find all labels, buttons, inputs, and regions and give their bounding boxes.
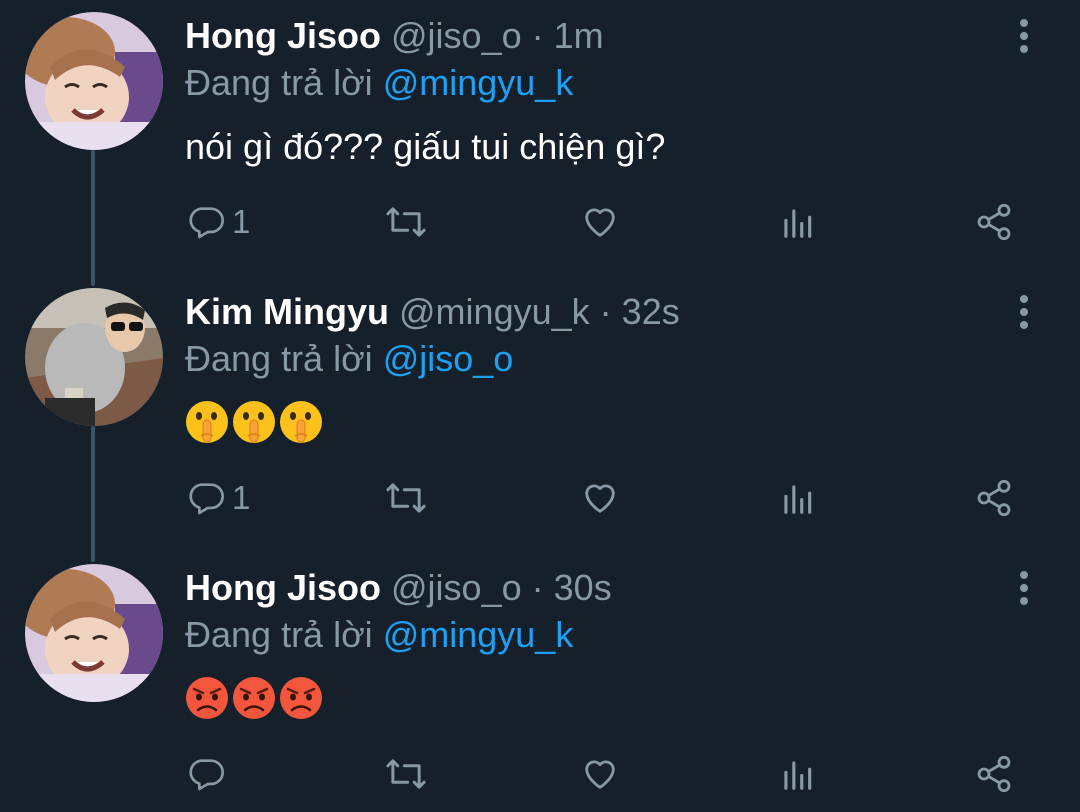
user-handle[interactable]: @mingyu_k — [399, 291, 590, 332]
tweet-header: Kim Mingyu @mingyu_k · 32s — [185, 289, 680, 335]
retweet-icon — [386, 759, 426, 789]
tweet[interactable]: Hong Jisoo @jiso_o · 30s Đang trả lời @m… — [0, 552, 1080, 812]
avatar-hong-jisoo-image — [25, 12, 163, 150]
tweet-emojis — [185, 676, 323, 720]
retweet-button[interactable] — [383, 473, 429, 523]
tweet-header: Hong Jisoo @jiso_o · 30s — [185, 565, 612, 611]
user-handle[interactable]: @jiso_o — [391, 567, 522, 608]
analytics-icon — [784, 485, 812, 514]
tweet-thread: Hong Jisoo @jiso_o · 1m Đang trả lời @mi… — [0, 0, 1080, 812]
share-icon — [977, 755, 1011, 793]
pouting-face-emoji — [186, 677, 228, 719]
tweet-actions: 1 — [0, 197, 1080, 247]
retweet-button[interactable] — [383, 197, 429, 247]
timestamp[interactable]: 30s — [554, 567, 612, 608]
shushing-face-emoji — [233, 401, 275, 443]
like-button[interactable] — [580, 749, 620, 799]
mention-link[interactable]: @mingyu_k — [383, 614, 574, 655]
separator-dot: · — [531, 567, 544, 608]
share-button[interactable] — [974, 749, 1014, 799]
separator-dot: · — [599, 291, 612, 332]
replying-to: Đang trả lời @mingyu_k — [185, 60, 573, 106]
reply-icon — [189, 759, 224, 791]
retweet-button[interactable] — [383, 749, 429, 799]
like-icon — [585, 208, 615, 237]
tweet-header: Hong Jisoo @jiso_o · 1m — [185, 13, 604, 59]
tweet-actions — [0, 749, 1080, 799]
avatar-hong-jisoo-image — [25, 564, 163, 702]
user-handle[interactable]: @jiso_o — [391, 15, 522, 56]
avatar[interactable] — [25, 288, 163, 426]
share-icon — [977, 479, 1011, 517]
replying-to-label: Đang trả lời — [185, 62, 373, 103]
reply-button[interactable]: 1 — [186, 473, 250, 523]
avatar[interactable] — [25, 12, 163, 150]
replying-to-label: Đang trả lời — [185, 338, 373, 379]
display-name[interactable]: Hong Jisoo — [185, 567, 381, 608]
analytics-button[interactable] — [778, 473, 816, 523]
reply-count: 1 — [232, 479, 251, 516]
reply-button[interactable]: 1 — [186, 197, 250, 247]
like-button[interactable] — [580, 197, 620, 247]
analytics-icon — [784, 209, 812, 238]
display-name[interactable]: Kim Mingyu — [185, 291, 389, 332]
retweet-icon — [386, 207, 426, 237]
tweet-actions: 1 — [0, 473, 1080, 523]
tweet[interactable]: Hong Jisoo @jiso_o · 1m Đang trả lời @mi… — [0, 0, 1080, 270]
tweet-text: nói gì đó??? giấu tui chiện gì? — [185, 126, 666, 167]
reply-count: 1 — [232, 203, 251, 240]
pouting-face-emoji — [233, 677, 275, 719]
shushing-face-emoji — [280, 401, 322, 443]
replying-to: Đang trả lời @mingyu_k — [185, 612, 573, 658]
analytics-button[interactable] — [778, 749, 816, 799]
tweet-emojis — [185, 400, 323, 444]
share-icon — [977, 203, 1011, 241]
replying-to: Đang trả lời @jiso_o — [185, 336, 513, 382]
pouting-face-emoji — [280, 677, 322, 719]
avatar[interactable] — [25, 564, 163, 702]
shushing-face-emoji — [186, 401, 228, 443]
analytics-icon — [784, 761, 812, 790]
retweet-icon — [386, 483, 426, 513]
reply-icon — [189, 207, 224, 239]
replying-to-label: Đang trả lời — [185, 614, 373, 655]
reply-icon — [189, 483, 224, 515]
like-icon — [585, 484, 615, 513]
share-button[interactable] — [974, 473, 1014, 523]
timestamp[interactable]: 32s — [622, 291, 680, 332]
more-options-icon[interactable] — [1010, 290, 1038, 334]
like-icon — [585, 760, 615, 789]
display-name[interactable]: Hong Jisoo — [185, 15, 381, 56]
separator-dot: · — [531, 15, 544, 56]
share-button[interactable] — [974, 197, 1014, 247]
reply-button[interactable] — [186, 749, 232, 799]
more-options-icon[interactable] — [1010, 14, 1038, 58]
avatar-kim-mingyu-image — [25, 288, 163, 426]
like-button[interactable] — [580, 473, 620, 523]
mention-link[interactable]: @jiso_o — [383, 338, 514, 379]
more-options-icon[interactable] — [1010, 566, 1038, 610]
timestamp[interactable]: 1m — [554, 15, 604, 56]
analytics-button[interactable] — [778, 197, 816, 247]
mention-link[interactable]: @mingyu_k — [383, 62, 574, 103]
tweet[interactable]: Kim Mingyu @mingyu_k · 32s Đang trả lời … — [0, 276, 1080, 546]
